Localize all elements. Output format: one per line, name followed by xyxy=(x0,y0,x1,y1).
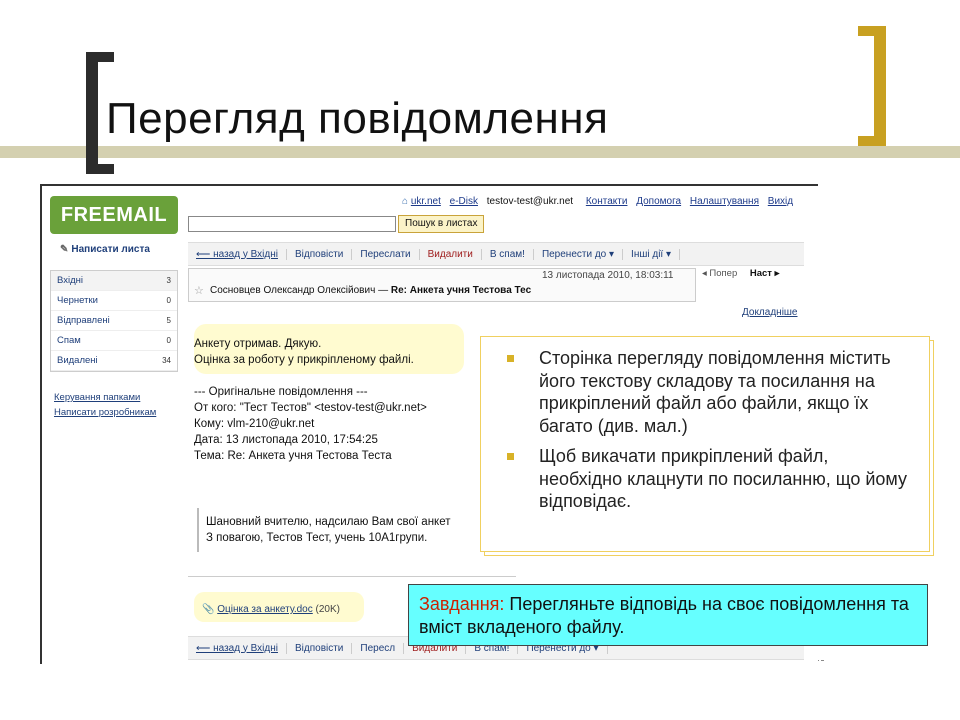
right-bracket-bottom xyxy=(858,136,886,146)
folder-list: Вхідні 3 Чернетки 0 Відправлені 5 Спам 0 Вид… xyxy=(50,270,178,372)
link-write-developers[interactable]: Написати розробникам xyxy=(54,405,156,420)
original-date: Дата: 13 листопада 2010, 17:54:25 xyxy=(194,434,378,446)
folder-spam[interactable]: Спам 0 xyxy=(51,331,177,351)
folder-count: 0 xyxy=(166,336,171,345)
paperclip-icon: 📎 xyxy=(202,604,215,615)
link-contacts[interactable]: Контакти xyxy=(586,196,628,207)
task-box: Завдання: Перегляньте відповідь на своє … xyxy=(408,584,928,646)
bullet-square-icon xyxy=(507,453,514,460)
folder-label: Вхідні xyxy=(57,275,83,286)
folder-label: Чернетки xyxy=(57,295,98,306)
folder-count: 3 xyxy=(166,276,171,285)
reply-button[interactable]: Відповісти xyxy=(287,642,353,654)
attachment: 📎 Оцінка за анкету.doc (20K) xyxy=(202,604,340,615)
compose-button[interactable]: ✎ Написати листа xyxy=(60,244,150,255)
home-icon: ⌂ xyxy=(402,196,409,207)
link-exit[interactable]: Вихід xyxy=(768,196,793,207)
user-email: testov-test@ukr.net xyxy=(486,196,574,207)
move-to-dropdown[interactable]: Перенести до ▾ xyxy=(534,248,624,260)
message-toolbar: ⟵ назад у Вхідні Відповісти Переслати Ви… xyxy=(188,242,804,266)
search-button[interactable]: Пошук в листах xyxy=(398,215,485,233)
back-to-inbox-link[interactable]: ⟵ назад у Вхідні xyxy=(188,248,287,260)
reply-button[interactable]: Відповісти xyxy=(287,248,353,260)
quoted-text: Шановний вчителю, надсилаю Вам свої анке… xyxy=(206,514,451,546)
folder-sent[interactable]: Відправлені 5 xyxy=(51,311,177,331)
attachment-size: (20K) xyxy=(315,604,340,615)
folder-count: 5 xyxy=(166,316,171,325)
forward-button[interactable]: Пересл xyxy=(352,642,405,654)
slide-title: Перегляд повідомлення xyxy=(106,94,609,143)
other-actions-dropdown[interactable]: Інші дії ▾ xyxy=(623,248,681,260)
folder-deleted[interactable]: Видалені 34 xyxy=(51,351,177,371)
right-bracket-top xyxy=(858,26,886,36)
spam-button[interactable]: В спам! xyxy=(482,248,534,260)
callout-text: Сторінка перегляду повідомлення містить … xyxy=(539,348,891,436)
callout-bullet: Щоб викачати прикріплений файл, необхідн… xyxy=(495,445,915,513)
folder-label: Відправлені xyxy=(57,315,110,326)
folder-count: 0 xyxy=(166,296,171,305)
original-from: От кого: "Тест Тестов" <testov-test@ukr.… xyxy=(194,402,427,414)
decorative-band xyxy=(0,146,960,158)
quote-line: Шановний вчителю, надсилаю Вам свої анке… xyxy=(206,516,451,528)
original-subject: Тема: Re: Анкета учня Тестова Теста xyxy=(194,450,392,462)
search-input[interactable] xyxy=(188,216,396,232)
folder-count: 34 xyxy=(162,356,171,365)
original-message: --- Оригінальне повідомлення --- От кого… xyxy=(194,384,427,464)
star-icon[interactable]: ☆ xyxy=(194,284,204,297)
folder-label: Видалені xyxy=(57,355,98,366)
attachment-link[interactable]: Оцінка за анкету.doc xyxy=(217,604,313,615)
message-navigation: ◂ Попер Наст ▸ xyxy=(702,268,779,279)
callout-bullet: Сторінка перегляду повідомлення містить … xyxy=(495,347,915,437)
next-message-link[interactable]: Наст ▸ xyxy=(750,268,780,279)
right-bracket-decoration xyxy=(874,26,886,146)
link-e-disk[interactable]: e-Disk xyxy=(450,196,478,207)
sender-name: Сосновцев Олександр Олексійович xyxy=(210,285,376,296)
body-line: Анкету отримав. Дякую. xyxy=(194,338,322,350)
left-bracket-decoration xyxy=(86,52,98,174)
freemail-logo: FREEMAIL xyxy=(50,196,178,234)
left-bracket-bottom xyxy=(86,164,114,174)
original-header: --- Оригінальне повідомлення --- xyxy=(194,386,368,398)
sender-separator: — xyxy=(375,285,391,296)
folder-inbox[interactable]: Вхідні 3 xyxy=(51,271,177,291)
message-sender-line: Сосновцев Олександр Олексійович — Re: Ан… xyxy=(210,285,531,296)
message-date: 13 листопада 2010, 18:03:11 xyxy=(542,270,674,281)
folder-drafts[interactable]: Чернетки 0 xyxy=(51,291,177,311)
link-settings[interactable]: Налаштування xyxy=(690,196,759,207)
left-bracket-top xyxy=(86,52,114,62)
explanation-callout: Сторінка перегляду повідомлення містить … xyxy=(480,336,930,552)
forward-button[interactable]: Переслати xyxy=(352,248,420,260)
folder-label: Спам xyxy=(57,335,81,346)
original-to: Кому: vlm-210@ukr.net xyxy=(194,418,315,430)
link-manage-folders[interactable]: Керування папками xyxy=(54,390,156,405)
delete-button[interactable]: Видалити xyxy=(420,248,482,260)
body-line: Оцінка за роботу у прикріпленому файлі. xyxy=(194,354,414,366)
link-ukr-net[interactable]: ukr.net xyxy=(411,196,441,207)
quote-line: З повагою, Тестов Тест, учень 10А1групи. xyxy=(206,532,428,544)
message-subject: Re: Анкета учня Тестова Тес xyxy=(390,285,532,296)
pencil-icon: ✎ xyxy=(60,244,69,255)
left-links: Керування папками Написати розробникам xyxy=(54,390,156,420)
bullet-square-icon xyxy=(507,355,514,362)
back-to-inbox-link[interactable]: ⟵ назад у Вхідні xyxy=(188,642,287,654)
details-link[interactable]: Докладніше xyxy=(742,307,798,318)
callout-text: Щоб викачати прикріплений файл, необхідн… xyxy=(539,446,907,511)
attachment-divider xyxy=(188,576,516,577)
link-help[interactable]: Допомога xyxy=(636,196,681,207)
compose-label: Написати листа xyxy=(71,244,150,255)
top-links: ⌂ ukr.net e-Disk testov-test@ukr.net Кон… xyxy=(402,196,799,207)
task-label: Завдання: xyxy=(419,594,505,614)
message-body: Анкету отримав. Дякую. Оцінка за роботу … xyxy=(194,336,414,368)
prev-message-link[interactable]: ◂ Попер xyxy=(702,268,737,279)
quote-bar xyxy=(197,508,199,552)
